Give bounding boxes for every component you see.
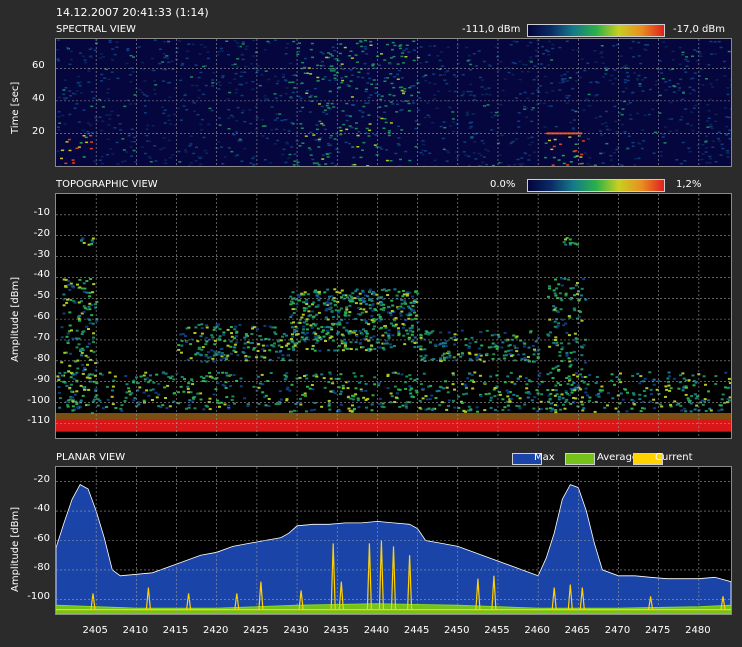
spectral-colorbar-max-label: -17,0 dBm <box>673 24 726 35</box>
spectral-colorbar-min-label: -111,0 dBm <box>462 24 521 35</box>
planar-ytick: -100 <box>27 591 50 602</box>
xaxis-tick: 2425 <box>243 625 269 636</box>
planar-ytick: -80 <box>33 562 50 573</box>
xaxis-tick: 2475 <box>644 625 671 636</box>
topographic-ytick: -90 <box>33 374 50 385</box>
topographic-noise-floor-edge <box>56 413 731 420</box>
topographic-ytick: -110 <box>27 415 50 426</box>
planar-ytick: -60 <box>33 533 50 544</box>
topographic-view-plot <box>55 193 732 439</box>
xaxis-tick: 2480 <box>685 625 711 636</box>
xaxis-tick: 2465 <box>564 625 591 636</box>
xaxis-tick: 2410 <box>122 625 149 636</box>
topographic-ytick: -60 <box>33 311 50 322</box>
topographic-ylabel: Amplitude [dBm] <box>10 276 21 362</box>
xaxis-tick: 2450 <box>444 625 470 636</box>
topographic-ytick: -40 <box>33 269 50 280</box>
xaxis-tick: 2445 <box>403 625 430 636</box>
legend-average-swatch <box>565 453 595 465</box>
topographic-ytick: -80 <box>33 353 50 364</box>
topographic-view-title: TOPOGRAPHIC VIEW <box>56 179 158 190</box>
topographic-ytick: -70 <box>33 332 50 343</box>
spectral-view-plot <box>55 38 732 167</box>
planar-view-title: PLANAR VIEW <box>56 452 126 463</box>
planar-view-plot <box>55 466 732 615</box>
xaxis-tick: 2455 <box>484 625 510 636</box>
topographic-ytick: -30 <box>33 249 50 260</box>
spectral-ytick: 20 <box>32 126 45 137</box>
xaxis-tick: 2435 <box>323 625 349 636</box>
topographic-colorbar <box>527 179 665 192</box>
topographic-colorbar-min-label: 0.0% <box>490 179 516 190</box>
legend-average-label: Average <box>597 452 639 463</box>
planar-ylabel: Amplitude [dBm] <box>10 506 21 592</box>
xaxis-tick: 2405 <box>82 625 108 636</box>
spectral-view-title: SPECTRAL VIEW <box>56 24 136 35</box>
xaxis-tick: 2440 <box>363 625 390 636</box>
xaxis-tick: 2460 <box>524 625 550 636</box>
topographic-ytick: -50 <box>33 290 50 301</box>
spectral-colorbar <box>527 24 665 37</box>
topographic-ytick: -100 <box>27 395 50 406</box>
xaxis-tick: 2430 <box>283 625 309 636</box>
spectral-ylabel: Time [sec] <box>10 81 21 134</box>
planar-ytick: -40 <box>33 503 50 514</box>
spectral-ytick: 60 <box>32 60 45 71</box>
timestamp: 14.12.2007 20:41:33 (1:14) <box>56 6 209 19</box>
topographic-ytick: -20 <box>33 228 50 239</box>
topographic-ytick: -10 <box>33 207 50 218</box>
topographic-colorbar-max-label: 1,2% <box>676 179 702 190</box>
planar-ytick: -20 <box>33 474 50 485</box>
xaxis-tick: 2420 <box>202 625 229 636</box>
xaxis-tick: 2415 <box>162 625 189 636</box>
xaxis-tick: 2470 <box>604 625 631 636</box>
legend-current-label: Current <box>655 452 693 463</box>
topographic-noise-floor <box>56 419 731 432</box>
spectral-ytick: 40 <box>32 93 45 104</box>
legend-max-label: Max <box>534 452 555 463</box>
